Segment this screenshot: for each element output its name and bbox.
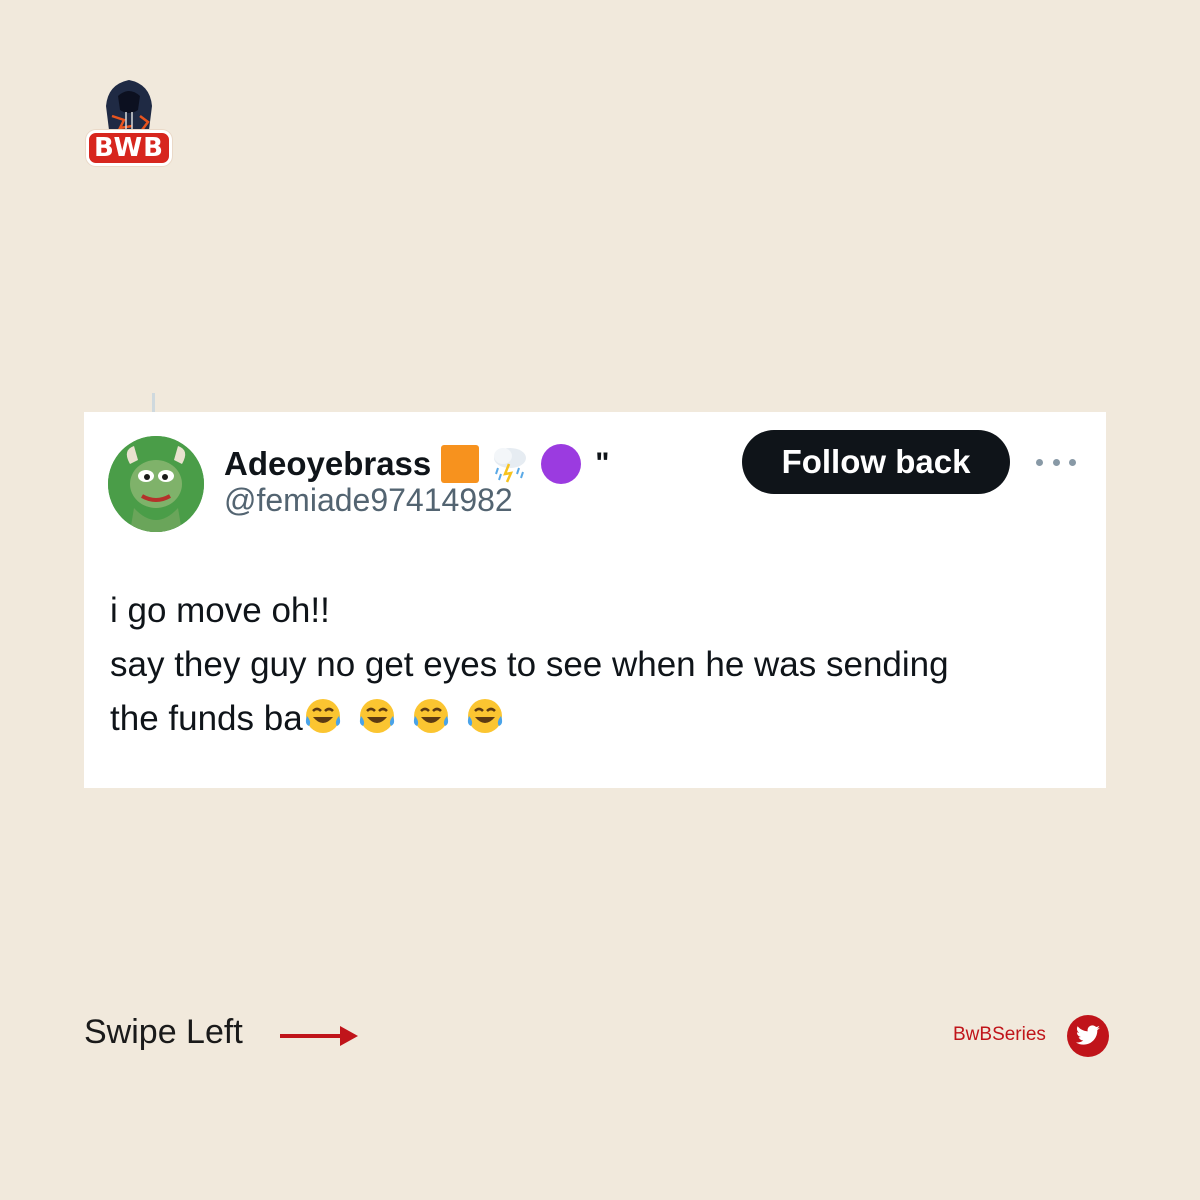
tweet-line: say they guy no get eyes to see when he …: [110, 645, 949, 684]
more-dot-icon: [1069, 458, 1076, 466]
tears-of-joy-icon: [305, 699, 340, 733]
brand-logo: BWB: [84, 76, 174, 166]
tweet-line-last: the funds ba: [110, 692, 1070, 746]
avatar[interactable]: [108, 436, 204, 532]
tweet-line-text: the funds ba: [110, 699, 303, 738]
cloud-lightning-rain-icon: [494, 448, 527, 483]
avatar-frog-icon: [108, 436, 204, 532]
social-handle[interactable]: BwBSeries: [953, 1024, 1046, 1046]
hoodie-figure-icon: [106, 80, 152, 138]
brand-badge: BWB: [86, 130, 172, 166]
tears-of-joy-icon: [359, 699, 394, 733]
tweet-line: i go move oh!!: [110, 591, 330, 630]
follow-back-button[interactable]: Follow back: [742, 430, 1010, 494]
more-dot-icon: [1036, 458, 1043, 466]
arrow-right-icon: [280, 1026, 358, 1046]
name-suffix: ": [595, 447, 610, 480]
tweet-text: i go move oh!! say they guy no get eyes …: [110, 584, 1070, 746]
author-name[interactable]: Adeoyebrass: [224, 445, 431, 483]
thread-connector: [152, 393, 155, 412]
orange-square-icon: [441, 445, 480, 483]
more-options-button[interactable]: [1036, 452, 1076, 472]
twitter-bird-icon[interactable]: [1067, 1015, 1109, 1057]
swipe-left-label: Swipe Left: [84, 1013, 243, 1051]
author-row: Adeoyebrass ": [224, 442, 610, 486]
tears-of-joy-icon: [413, 699, 448, 733]
tears-of-joy-icon: [467, 699, 502, 733]
purple-circle-icon: [541, 444, 582, 484]
more-dot-icon: [1052, 458, 1060, 466]
author-handle[interactable]: @femiade97414982: [224, 482, 513, 519]
tweet-card: Adeoyebrass " @femiade97414982 Follow ba…: [84, 412, 1106, 788]
bird-glyph-icon: [1075, 1025, 1100, 1045]
